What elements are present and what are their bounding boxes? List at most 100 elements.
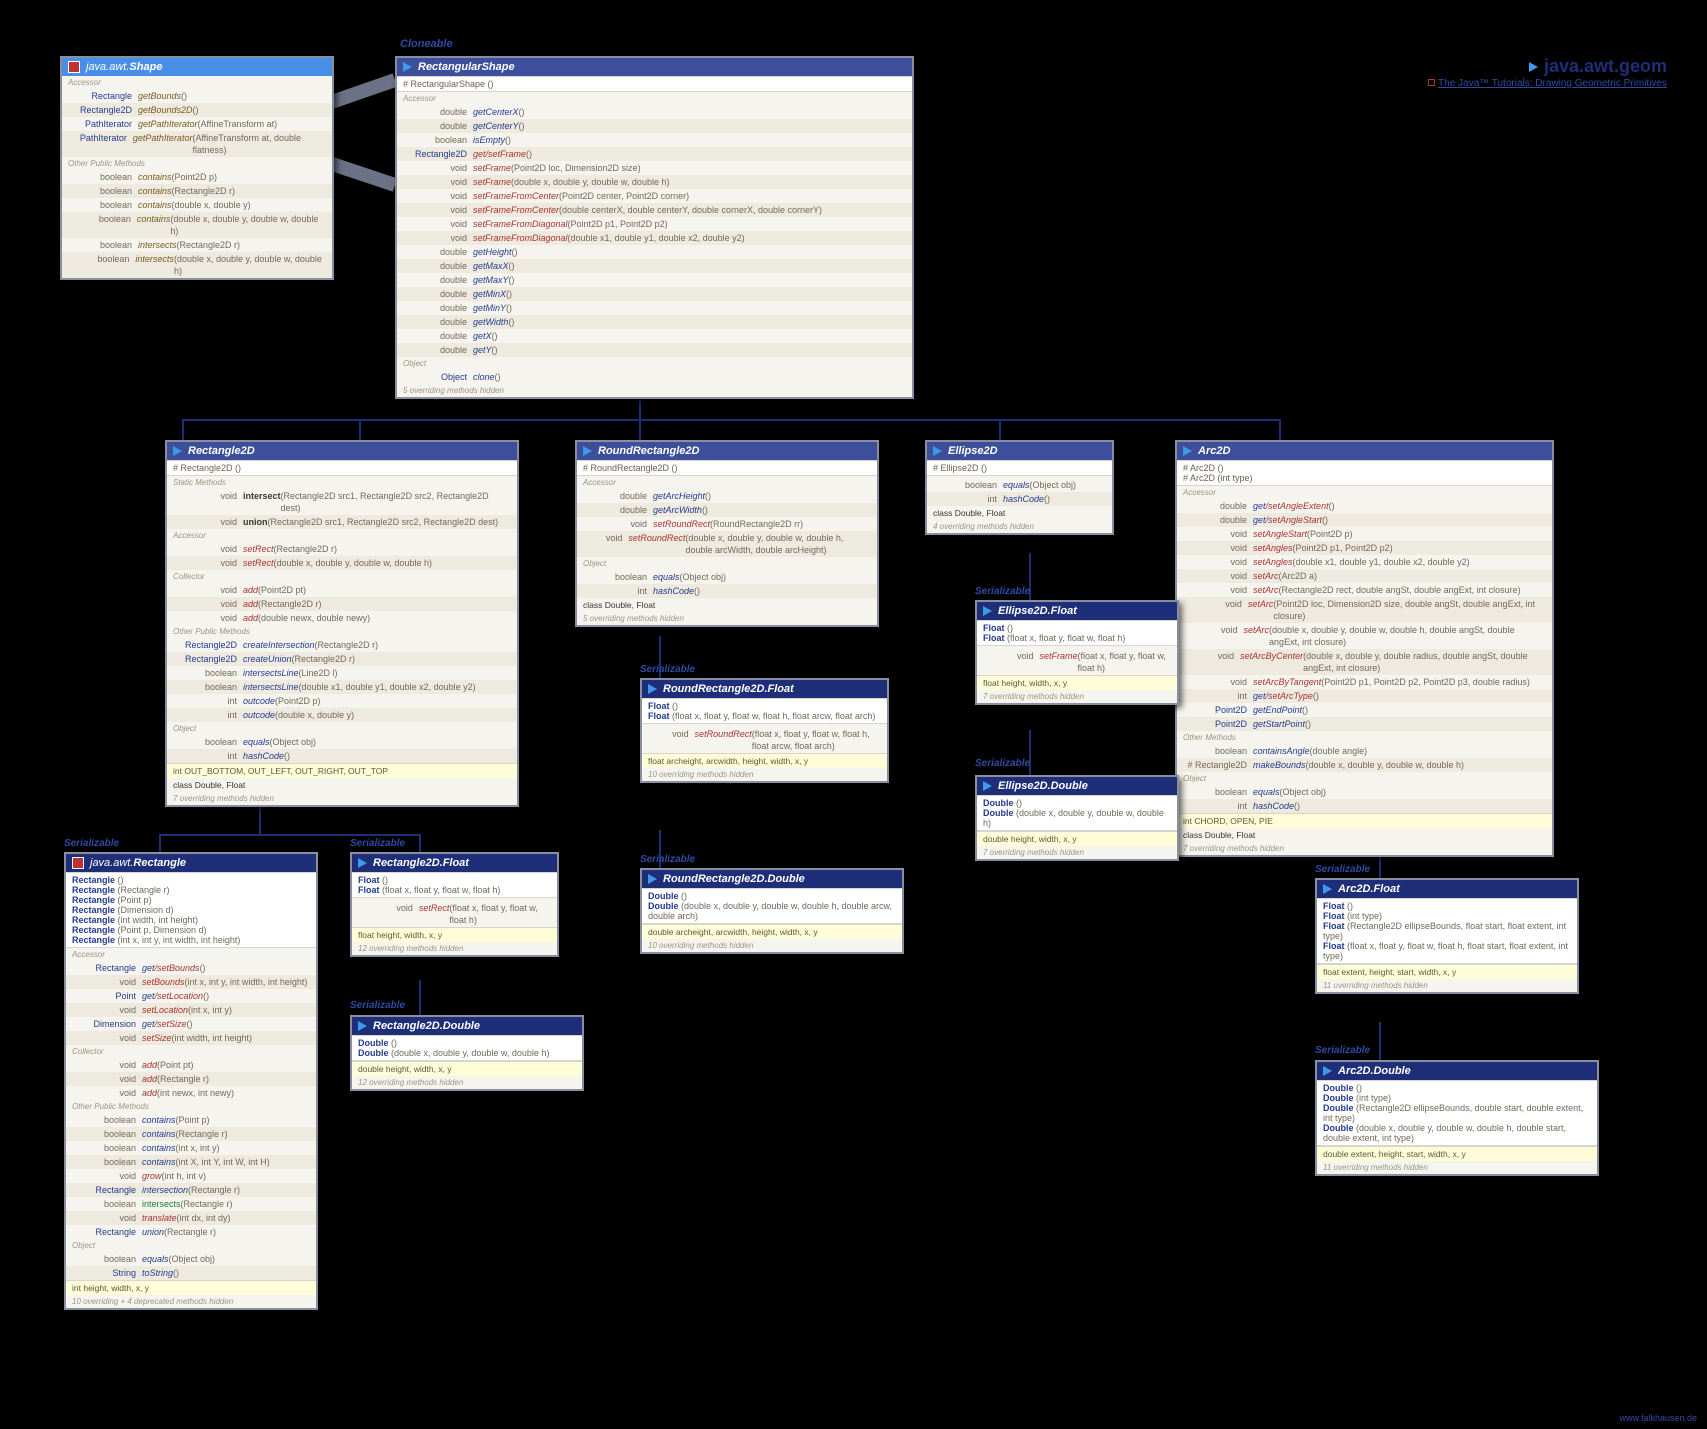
class-arc2d-double: Arc2D.Double Double ()Double (int type)D… <box>1315 1060 1599 1176</box>
method-row: doublegetArcHeight () <box>577 489 877 503</box>
method-row: booleanisEmpty () <box>397 133 912 147</box>
method-row: voidunion (Rectangle2D src1, Rectangle2D… <box>167 515 517 529</box>
method-row: voidsetSize (int width, int height) <box>66 1031 316 1045</box>
method-row: Pointget/setLocation () <box>66 989 316 1003</box>
method-row: voidadd (Rectangle r) <box>66 1072 316 1086</box>
method-row: voidsetArc (Rectangle2D rect, double ang… <box>1177 583 1552 597</box>
method-row: voidsetAngleStart (Point2D p) <box>1177 527 1552 541</box>
method-row: intoutcode (double x, double y) <box>167 708 517 722</box>
method-row: voidsetRoundRect (RoundRectangle2D rr) <box>577 517 877 531</box>
method-row: booleanintersectsLine (Line2D l) <box>167 666 517 680</box>
serializable-label: Serializable <box>1315 1045 1370 1056</box>
method-row: voidsetFrameFromCenter (double centerX, … <box>397 203 912 217</box>
method-row: booleanintersects (double x, double y, d… <box>62 252 332 278</box>
method-row: voidsetRect (double x, double y, double … <box>167 556 517 570</box>
method-row: Dimensionget/setSize () <box>66 1017 316 1031</box>
method-row: booleancontains (int X, int Y, int W, in… <box>66 1155 316 1169</box>
method-list: Objectclone () <box>397 370 912 384</box>
method-row: inthashCode () <box>927 492 1112 506</box>
method-row: voidsetRect (Rectangle2D r) <box>167 542 517 556</box>
method-row: booleancontains (double x, double y, dou… <box>62 212 332 238</box>
serializable-label: Serializable <box>350 1000 405 1011</box>
footer-link[interactable]: www.falkhausen.de <box>1619 1413 1697 1423</box>
method-row: intoutcode (Point2D p) <box>167 694 517 708</box>
section-label: Other Public Methods <box>62 157 332 170</box>
method-row: booleanequals (Object obj) <box>167 735 517 749</box>
method-row: Rectangleunion (Rectangle r) <box>66 1225 316 1239</box>
serializable-label: Serializable <box>350 838 405 849</box>
serializable-label: Serializable <box>975 758 1030 769</box>
serializable-label: Serializable <box>1315 864 1370 875</box>
method-row: voidgrow (int h, int v) <box>66 1169 316 1183</box>
method-row: voidadd (Point2D pt) <box>167 583 517 597</box>
interface-icon <box>68 61 80 73</box>
method-row: voidadd (Point pt) <box>66 1058 316 1072</box>
method-row: voidsetAngles (Point2D p1, Point2D p2) <box>1177 541 1552 555</box>
method-row: Rectangle2DcreateIntersection (Rectangle… <box>167 638 517 652</box>
serializable-label: Serializable <box>640 854 695 865</box>
tutorial-link[interactable]: 🞑 The Java™ Tutorials: Drawing Geometric… <box>1427 78 1667 89</box>
method-row: voidsetRoundRect (double x, double y, do… <box>577 531 877 557</box>
method-row: voidsetFrame (float x, float y, float w,… <box>977 649 1177 675</box>
method-row: doublegetY () <box>397 343 912 357</box>
method-row: Rectangle2Dget/setFrame () <box>397 147 912 161</box>
serializable-label: Serializable <box>975 586 1030 597</box>
section-label: Accessor <box>62 76 332 89</box>
method-row: voidsetArcByTangent (Point2D p1, Point2D… <box>1177 675 1552 689</box>
method-row: voidsetFrameFromDiagonal (Point2D p1, Po… <box>397 217 912 231</box>
class-arc2d-float: Arc2D.Float Float ()Float (int type)Floa… <box>1315 878 1579 994</box>
method-row: voidsetArc (double x, double y, double w… <box>1177 623 1552 649</box>
method-row: doublegetArcWidth () <box>577 503 877 517</box>
method-row: booleanequals (Object obj) <box>66 1252 316 1266</box>
method-row: booleancontains (Point2D p) <box>62 170 332 184</box>
method-list: doublegetCenterX ()doublegetCenterY ()bo… <box>397 105 912 357</box>
serializable-label: Serializable <box>64 838 119 849</box>
method-row: booleanequals (Object obj) <box>1177 785 1552 799</box>
method-row: doubleget/setAngleExtent () <box>1177 499 1552 513</box>
method-row: booleancontains (Rectangle2D r) <box>62 184 332 198</box>
method-row: voidintersect (Rectangle2D src1, Rectang… <box>167 489 517 515</box>
method-row: Rectangle2DcreateUnion (Rectangle2D r) <box>167 652 517 666</box>
method-row: doublegetMaxY () <box>397 273 912 287</box>
method-row: booleanequals (Object obj) <box>927 478 1112 492</box>
method-row: voidsetArc (Arc2D a) <box>1177 569 1552 583</box>
method-row: voidtranslate (int dx, int dy) <box>66 1211 316 1225</box>
class-arc2d: Arc2D # Arc2D ()# Arc2D (int type) Acces… <box>1175 440 1554 857</box>
method-row: voidadd (Rectangle2D r) <box>167 597 517 611</box>
method-row: doublegetX () <box>397 329 912 343</box>
method-row: voidsetRoundRect (float x, float y, floa… <box>642 727 887 753</box>
class-shape: java.awt.Shape Accessor RectanglegetBoun… <box>60 56 334 280</box>
interface-cloneable: Cloneable <box>400 38 453 50</box>
method-row: inthashCode () <box>1177 799 1552 813</box>
class-rectangle2d-float: Rectangle2D.Float Float ()Float (float x… <box>350 852 559 957</box>
class-rectangle2d-double: Rectangle2D.Double Double ()Double (doub… <box>350 1015 584 1091</box>
method-row: PathIteratorgetPathIterator (AffineTrans… <box>62 117 332 131</box>
method-row: booleanintersectsLine (double x1, double… <box>167 680 517 694</box>
class-roundrectangle2d-double: RoundRectangle2D.Double Double ()Double … <box>640 868 904 954</box>
class-rectangularshape: RectangularShape # RectangularShape () A… <box>395 56 914 399</box>
method-row: booleancontainsAngle (double angle) <box>1177 744 1552 758</box>
method-row: PathIteratorgetPathIterator (AffineTrans… <box>62 131 332 157</box>
class-rectangle: java.awt.Rectangle Rectangle ()Rectangle… <box>64 852 318 1310</box>
method-row: inthashCode () <box>577 584 877 598</box>
method-row: Rectangleintersection (Rectangle r) <box>66 1183 316 1197</box>
method-row: booleancontains (Rectangle r) <box>66 1127 316 1141</box>
method-row: voidadd (double newx, double newy) <box>167 611 517 625</box>
method-row: voidsetLocation (int x, int y) <box>66 1003 316 1017</box>
class-roundrectangle2d: RoundRectangle2D # RoundRectangle2D () A… <box>575 440 879 627</box>
method-row: doublegetHeight () <box>397 245 912 259</box>
package-title: java.awt.geom <box>1529 56 1667 77</box>
method-row: booleancontains (Point p) <box>66 1113 316 1127</box>
method-row: doublegetMinX () <box>397 287 912 301</box>
method-row: Rectangle2DgetBounds2D () <box>62 103 332 117</box>
method-row: voidsetBounds (int x, int y, int width, … <box>66 975 316 989</box>
method-row: voidsetArcByCenter (double x, double y, … <box>1177 649 1552 675</box>
method-row: booleancontains (int x, int y) <box>66 1141 316 1155</box>
constructor: # RectangularShape () <box>397 76 912 92</box>
method-row: Point2DgetEndPoint () <box>1177 703 1552 717</box>
method-row: intget/setArcType () <box>1177 689 1552 703</box>
method-row: voidsetFrameFromCenter (Point2D center, … <box>397 189 912 203</box>
method-row: inthashCode () <box>167 749 517 763</box>
method-list: RectanglegetBounds ()Rectangle2DgetBound… <box>62 89 332 157</box>
method-row: booleancontains (double x, double y) <box>62 198 332 212</box>
